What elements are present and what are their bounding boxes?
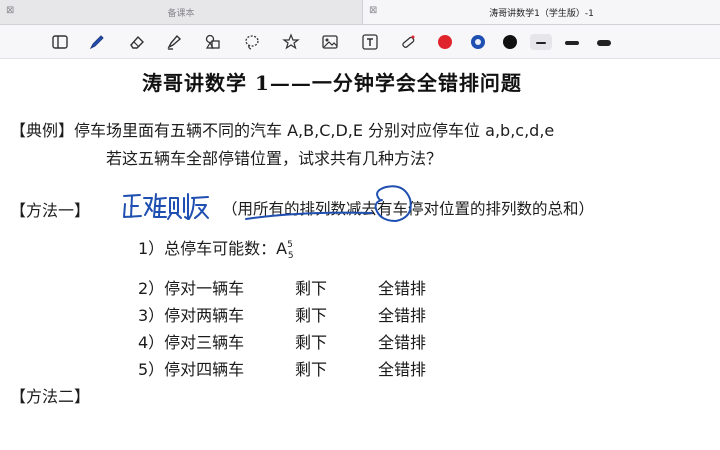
step-1-text: 1）总停车可能数：A [138, 239, 288, 258]
eraser-icon[interactable] [127, 32, 147, 52]
step-label: 2）停对一辆车 [138, 279, 245, 298]
step-remaining: 剩下 [295, 333, 328, 352]
annotation-toolbar [0, 25, 720, 59]
example-text-1: 停车场里面有五辆不同的汽车 A,B,C,D,E 分别对应停车位 a,b,c,d,… [74, 121, 555, 140]
example-tag: 【典例】 [10, 121, 75, 140]
stroke-medium-option[interactable] [565, 41, 579, 45]
example-line-2: 若这五辆车全部停错位置，试求共有几种方法？ [106, 149, 443, 168]
color-black-swatch[interactable] [503, 35, 517, 49]
sticker-icon[interactable] [281, 32, 301, 52]
image-icon[interactable] [320, 32, 340, 52]
step-label: 5）停对四辆车 [138, 360, 245, 379]
step-1-sub: 5 [287, 251, 294, 261]
textbox-icon[interactable] [360, 32, 380, 52]
stroke-thick-option[interactable] [597, 40, 611, 46]
step-remaining: 剩下 [295, 360, 328, 379]
highlighter-icon[interactable] [164, 32, 184, 52]
method1-tag-line: 【方法一】 [10, 197, 90, 221]
step-derangement: 全错排 [378, 306, 427, 325]
step-label: 3）停对两辆车 [138, 306, 245, 325]
step-1-sup: 5 [287, 240, 293, 250]
laser-pointer-icon[interactable] [398, 32, 418, 52]
page-title: 涛哥讲数学 1——一分钟学会全错排问题 [142, 71, 522, 95]
tab-beikeben[interactable]: ⊠ 备课本 [0, 0, 362, 24]
step-derangement: 全错排 [378, 360, 427, 379]
method2-line: 【方法二】 [10, 383, 90, 407]
example-line-1: 【典例】停车场里面有五辆不同的汽车 A,B,C,D,E 分别对应停车位 a,b,… [10, 117, 554, 141]
close-tab-icon[interactable]: ⊠ [369, 5, 377, 16]
step-label: 4）停对三辆车 [138, 333, 245, 352]
step-remaining: 剩下 [295, 279, 328, 298]
lasso-icon[interactable] [242, 32, 262, 52]
stroke-thin-option[interactable] [536, 42, 546, 44]
method1-tag: 【方法一】 [10, 201, 91, 220]
step-derangement: 全错排 [378, 279, 427, 298]
color-blue-swatch[interactable] [471, 35, 485, 49]
document-page: 涛哥讲数学 1——一分钟学会全错排问题 【典例】停车场里面有五辆不同的汽车 A,… [0, 59, 720, 450]
method1-description: （用所有的排列数减去有车停对位置的排列数的总和） [222, 200, 595, 218]
tab-label: 涛哥讲数学1（学生版）-1 [489, 8, 594, 19]
step-remaining: 剩下 [295, 306, 328, 325]
step-1: 1）总停车可能数：A55 [138, 235, 294, 261]
tab-bar: ⊠ 备课本 ⊠ 涛哥讲数学1（学生版）-1 [0, 0, 720, 25]
color-red-swatch[interactable] [438, 35, 452, 49]
shapes-icon[interactable] [203, 32, 223, 52]
step-derangement: 全错排 [378, 333, 427, 352]
handwritten-note-zhengnanzefan [123, 193, 209, 220]
close-tab-icon[interactable]: ⊠ [6, 5, 14, 16]
pen-icon[interactable] [87, 32, 107, 52]
method2-tag: 【方法二】 [10, 387, 91, 406]
tab-label: 备课本 [167, 8, 195, 19]
sidebar-icon[interactable] [50, 32, 70, 52]
tab-current-document[interactable]: ⊠ 涛哥讲数学1（学生版）-1 [362, 0, 720, 24]
